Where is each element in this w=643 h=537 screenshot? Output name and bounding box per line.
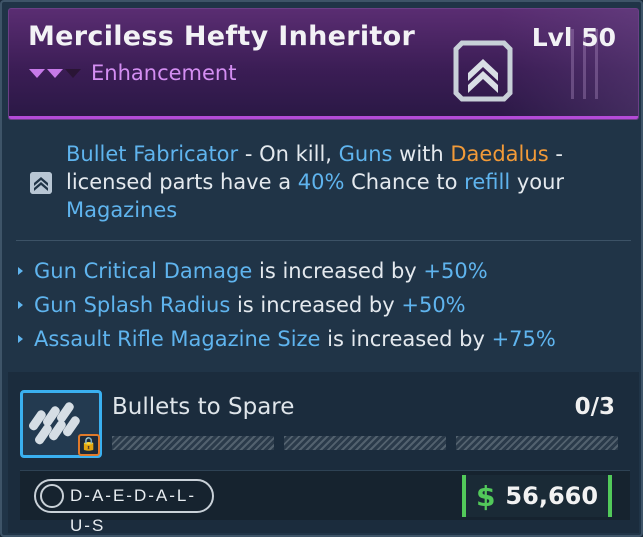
stat-row: Gun Critical Damage is increased by +50%: [16, 254, 631, 288]
stat-value: +50%: [401, 293, 466, 317]
perk-count: 0/3: [574, 394, 615, 420]
skill-text-part: Magazines: [66, 198, 178, 222]
perk-progress-segment: [456, 436, 618, 450]
item-level: Lvl 50: [531, 23, 616, 52]
skill-text-part: with: [392, 142, 451, 166]
stat-text: is increased by: [320, 327, 492, 351]
skill-description: Bullet Fabricator - On kill, Guns with D…: [66, 140, 626, 224]
perk-progress-segment: [112, 436, 274, 450]
skill-text-part: - On kill,: [238, 142, 339, 166]
skill-text-part: 40%: [297, 170, 345, 194]
perk-progress-segment: [284, 436, 446, 450]
price-tag: $ 56,660: [462, 475, 612, 517]
manufacturer-emblem-icon: [40, 484, 64, 508]
skill-text-part: Daedalus: [450, 142, 549, 166]
item-subtype: Enhancement: [91, 61, 237, 85]
divider: [16, 240, 631, 241]
stat-value: +50%: [423, 259, 488, 283]
stat-list: Gun Critical Damage is increased by +50%…: [16, 254, 631, 356]
skill-section: Bullet Fabricator - On kill, Guns with D…: [16, 132, 631, 232]
item-footer: D-A-E-D-A-L-U-S $ 56,660: [20, 470, 630, 535]
item-price: 56,660: [505, 482, 599, 510]
stat-name: Gun Splash Radius: [34, 293, 231, 317]
rarity-pips-icon: [29, 68, 81, 78]
lock-icon: 🔒: [78, 434, 100, 456]
chevron-rank-icon: [453, 40, 513, 102]
stat-row: Gun Splash Radius is increased by +50%: [16, 288, 631, 322]
skill-text-part: Guns: [338, 142, 393, 166]
stat-row: Assault Rifle Magazine Size is increased…: [16, 322, 631, 356]
skill-text-part: Chance to: [344, 170, 465, 194]
manufacturer-logo: D-A-E-D-A-L-U-S: [34, 479, 214, 535]
item-header: Merciless Hefty Inheritor Lvl 50 Enhance…: [8, 8, 639, 120]
perk-panel: 🔒 Bullets to Spare 0/3 D-A-E-D-A-L-U-S $…: [8, 372, 639, 535]
currency-icon: $: [475, 479, 496, 513]
chevron-rank-icon: [30, 172, 52, 194]
manufacturer-name: D-A-E-D-A-L-U-S: [70, 486, 196, 535]
item-card: Merciless Hefty Inheritor Lvl 50 Enhance…: [0, 0, 643, 537]
item-title: Merciless Hefty Inheritor: [28, 21, 416, 52]
stat-text: is increased by: [230, 293, 402, 317]
stat-name: Gun Critical Damage: [34, 259, 253, 283]
stat-name: Assault Rifle Magazine Size: [34, 327, 321, 351]
skill-text-part: your: [510, 170, 565, 194]
stat-value: +75%: [491, 327, 556, 351]
skill-text-part: refill: [464, 170, 511, 194]
skill-text-part: Bullet Fabricator: [66, 142, 239, 166]
stat-text: is increased by: [252, 259, 424, 283]
perk-name: Bullets to Spare: [112, 394, 295, 420]
rarity-row: Enhancement: [29, 61, 236, 85]
